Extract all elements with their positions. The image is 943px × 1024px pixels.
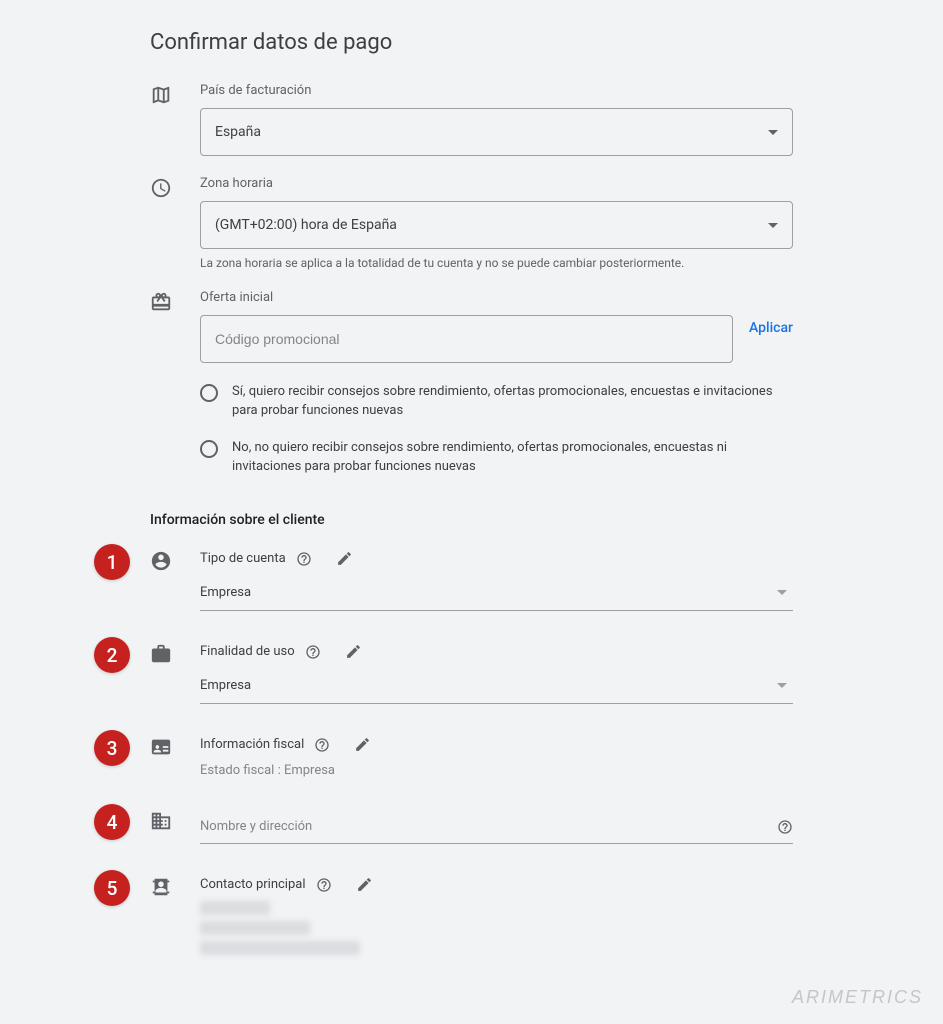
account-type-label: Tipo de cuenta [200,551,286,566]
tax-label: Información fiscal [200,737,304,752]
address-row: 4 Nombre y dirección [150,810,793,844]
contact-icon [150,876,172,898]
marketing-radio-group: Sí, quiero recibir consejos sobre rendim… [200,383,793,476]
purpose-row: 2 Finalidad de uso Empresa [150,643,793,704]
help-icon[interactable] [305,644,321,660]
contact-row: 5 Contacto principal [150,876,793,955]
redacted-contact [200,901,793,955]
tax-status-value: Empresa [284,763,335,778]
account-type-row: 1 Tipo de cuenta Empresa [150,550,793,611]
chevron-down-icon [777,590,787,595]
marketing-yes-option[interactable]: Sí, quiero recibir consejos sobre rendim… [200,383,793,421]
address-placeholder: Nombre y dirección [200,819,312,834]
radio-unchecked-icon [200,440,218,458]
step-badge-2: 2 [94,637,130,673]
briefcase-icon [150,643,172,665]
billing-country-value: España [215,124,261,140]
account-type-select[interactable]: Empresa [200,575,793,611]
offer-label: Oferta inicial [200,290,793,305]
gift-icon [150,291,172,313]
building-icon [150,810,172,832]
person-icon [150,550,172,572]
step-badge-3: 3 [94,730,130,766]
help-icon[interactable] [316,877,332,893]
edit-icon[interactable] [356,876,373,893]
timezone-helper: La zona horaria se aplica a la totalidad… [200,256,793,270]
chevron-down-icon [777,683,787,688]
marketing-no-label: No, no quiero recibir consejos sobre ren… [232,439,793,477]
billing-country-row: País de facturación España [150,83,793,156]
edit-icon[interactable] [345,643,362,660]
tax-row: 3 Información fiscal Estado fiscal : Emp… [150,736,793,778]
clock-icon [150,177,172,199]
edit-icon[interactable] [336,550,353,567]
apply-button[interactable]: Aplicar [749,320,793,336]
page-title: Confirmar datos de pago [150,30,793,55]
promo-code-input[interactable] [200,315,733,363]
purpose-value: Empresa [200,678,251,693]
watermark: ARIMETRICS [792,987,923,1008]
id-card-icon [150,736,172,758]
billing-country-label: País de facturación [200,83,793,98]
purpose-select[interactable]: Empresa [200,668,793,704]
timezone-select[interactable]: (GMT+02:00) hora de España [200,201,793,249]
help-icon[interactable] [777,819,793,835]
account-type-value: Empresa [200,585,251,600]
purpose-label: Finalidad de uso [200,644,295,659]
marketing-no-option[interactable]: No, no quiero recibir consejos sobre ren… [200,439,793,477]
marketing-yes-label: Sí, quiero recibir consejos sobre rendim… [232,383,793,421]
address-input[interactable]: Nombre y dirección [200,810,793,844]
radio-unchecked-icon [200,384,218,402]
contact-label: Contacto principal [200,877,306,892]
help-icon[interactable] [296,551,312,567]
timezone-label: Zona horaria [200,176,793,191]
timezone-row: Zona horaria (GMT+02:00) hora de España … [150,176,793,270]
chevron-down-icon [768,130,778,135]
help-icon[interactable] [314,737,330,753]
step-badge-1: 1 [94,544,130,580]
offer-row: Oferta inicial Aplicar [150,290,793,363]
customer-section-title: Información sobre el cliente [150,512,793,528]
step-badge-5: 5 [94,870,130,906]
edit-icon[interactable] [354,736,371,753]
chevron-down-icon [768,223,778,228]
tax-status-label: Estado fiscal : [200,763,281,778]
step-badge-4: 4 [94,804,130,840]
timezone-value: (GMT+02:00) hora de España [215,217,397,233]
billing-country-select[interactable]: España [200,108,793,156]
map-icon [150,84,172,106]
